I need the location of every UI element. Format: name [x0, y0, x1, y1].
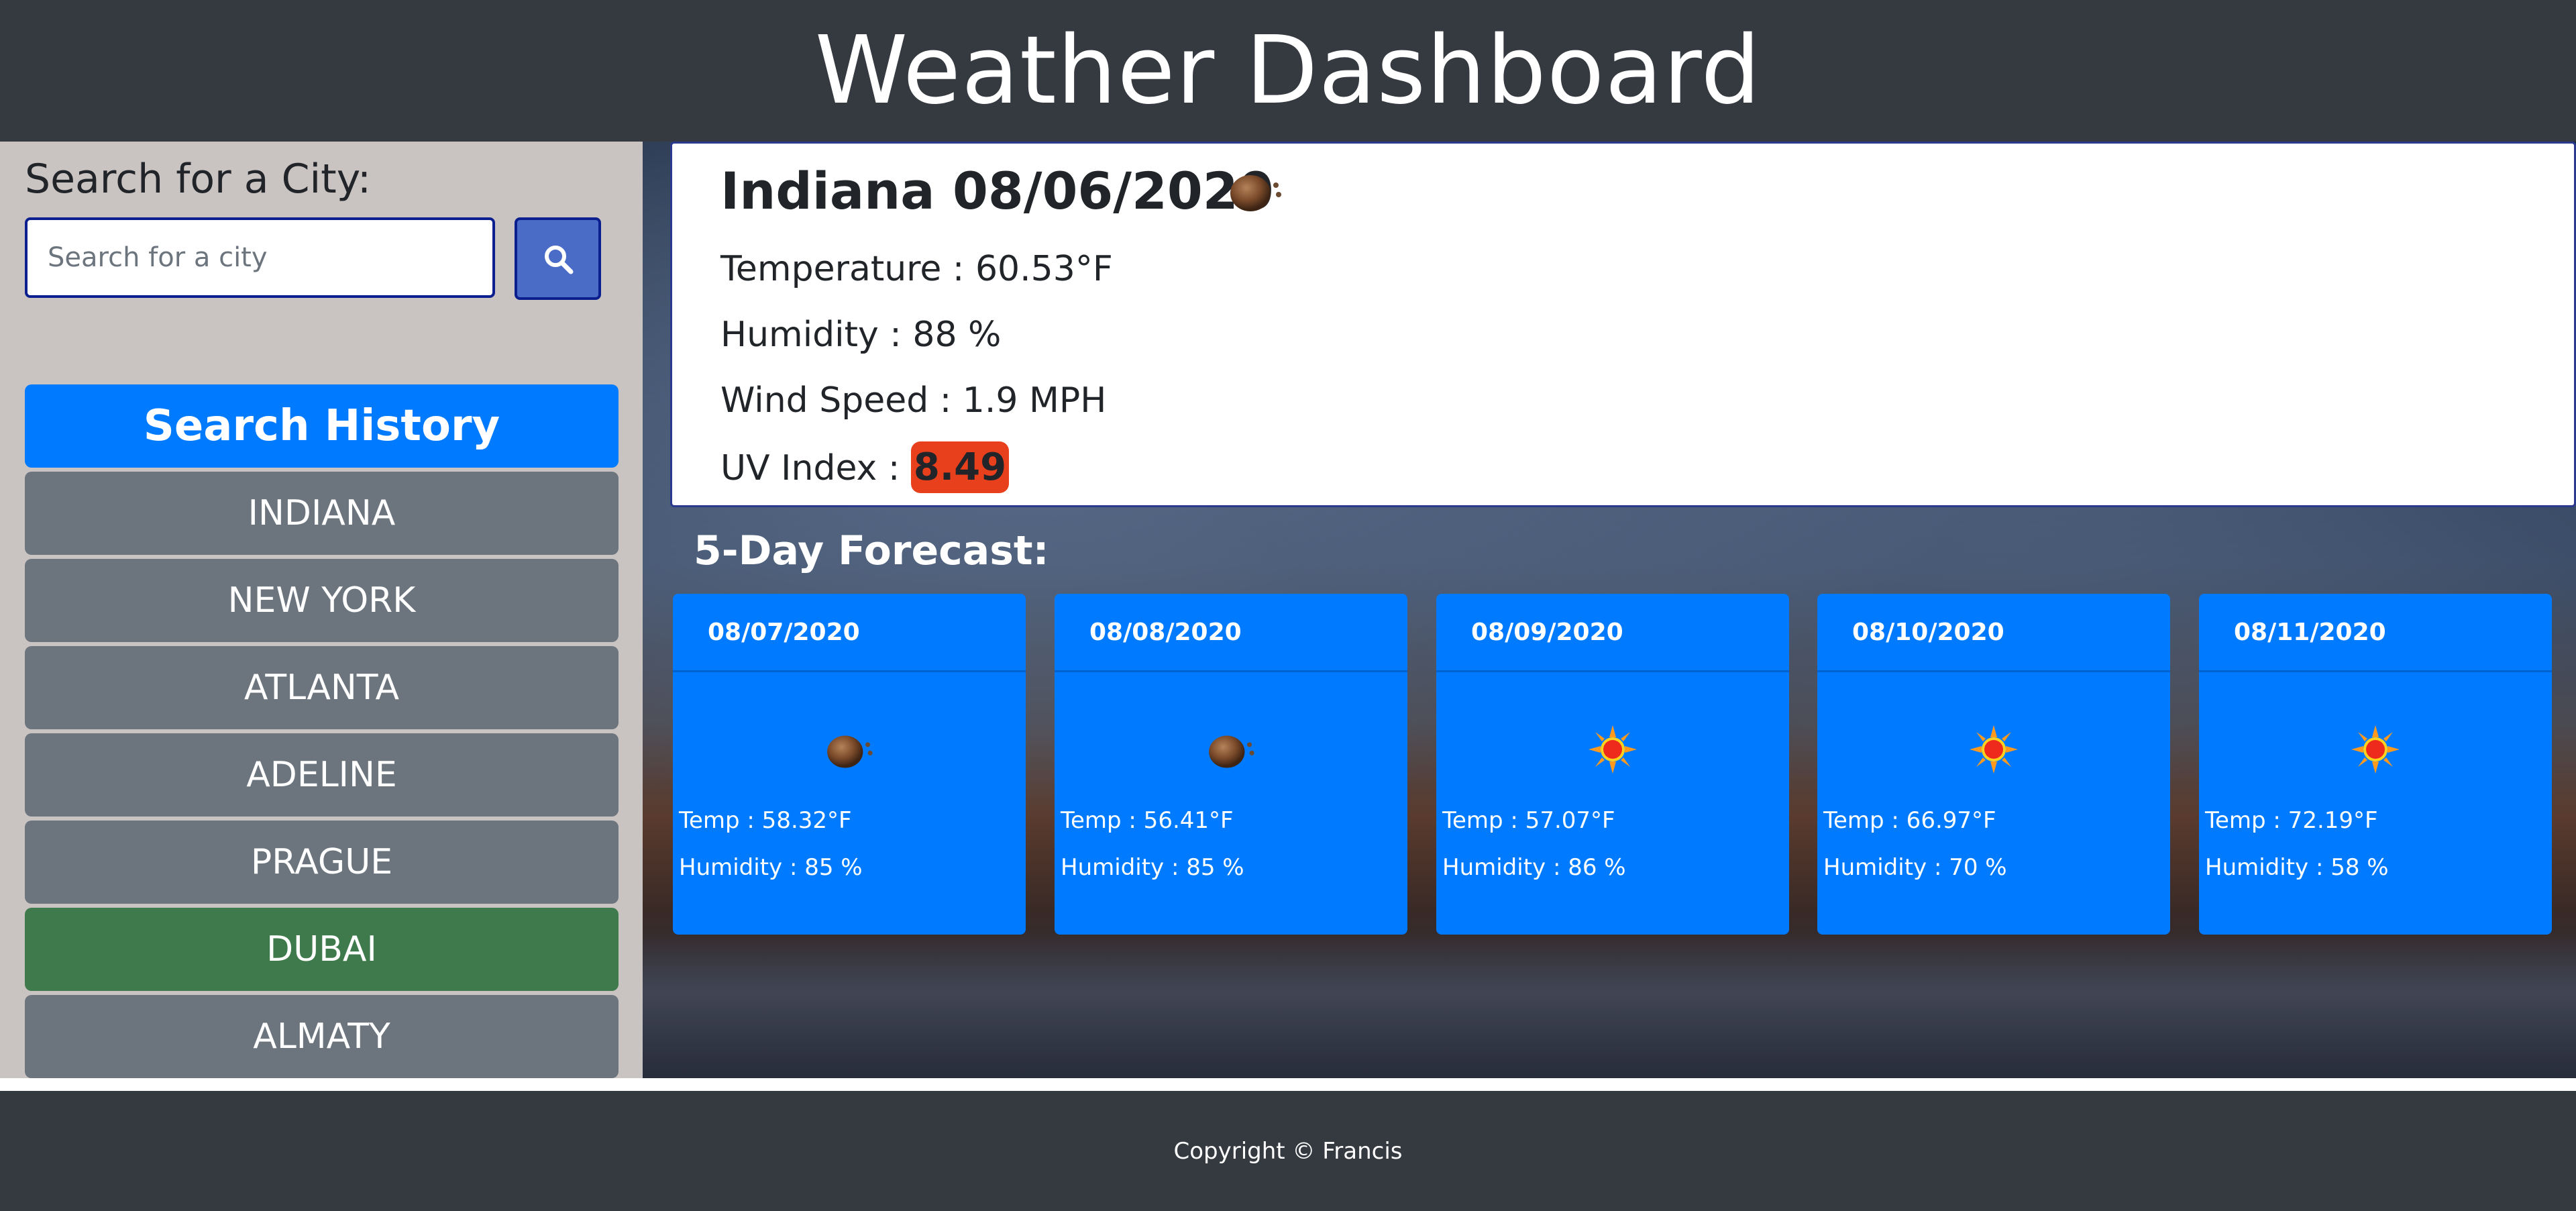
- search-input[interactable]: [25, 217, 495, 298]
- search-history-title: Search History: [143, 401, 500, 451]
- forecast-humidity: Humidity : 58 %: [2205, 854, 2389, 881]
- copyright-text: Copyright © Francis: [1173, 1137, 1403, 1165]
- history-item-label: PRAGUE: [250, 842, 393, 882]
- history-item-label: ATLANTA: [244, 668, 400, 708]
- search-history-list: INDIANA NEW YORK ATLANTA ADELINE PRAGUE …: [25, 472, 619, 1082]
- forecast-card: 08/10/2020 Temp : 66.97°F Humidity : 70 …: [1817, 594, 2170, 935]
- sun-icon: [2351, 725, 2400, 774]
- page-footer: Copyright © Francis: [0, 1091, 2576, 1211]
- history-item-label: INDIANA: [248, 493, 396, 533]
- sun-icon: [1970, 725, 2018, 774]
- forecast-temp: Temp : 72.19°F: [2205, 807, 2378, 834]
- page-title: Weather Dashboard: [814, 16, 1762, 125]
- history-item-prague[interactable]: PRAGUE: [25, 821, 619, 904]
- page-header: Weather Dashboard: [0, 0, 2576, 142]
- history-item-adeline[interactable]: ADELINE: [25, 733, 619, 817]
- forecast-temp: Temp : 58.32°F: [679, 807, 852, 834]
- footer-divider: [0, 1078, 2576, 1091]
- road-background: [643, 933, 2576, 1078]
- current-city-title: Indiana 08/06/2020: [720, 161, 1274, 221]
- history-item-atlanta[interactable]: ATLANTA: [25, 646, 619, 729]
- forecast-humidity: Humidity : 85 %: [1061, 854, 1244, 881]
- search-icon: [544, 245, 573, 274]
- uv-index-line: UV Index : 8.49: [720, 441, 1010, 493]
- rain-cloud-icon: [1230, 175, 1281, 211]
- search-history-header: Search History: [25, 384, 619, 468]
- uv-index-badge: 8.49: [910, 441, 1010, 493]
- search-button[interactable]: [515, 217, 601, 300]
- sun-icon: [1589, 725, 1637, 774]
- forecast-title: 5-Day Forecast:: [694, 527, 1049, 574]
- history-item-label: DUBAI: [266, 929, 377, 969]
- forecast-date: 08/10/2020: [1817, 594, 2170, 672]
- forecast-date: 08/09/2020: [1436, 594, 1789, 672]
- temperature-text: Temperature : 60.53°F: [720, 249, 1113, 289]
- search-label: Search for a City:: [25, 156, 372, 203]
- forecast-temp: Temp : 66.97°F: [1823, 807, 1996, 834]
- history-item-label: ALMATY: [253, 1016, 390, 1057]
- forecast-humidity: Humidity : 70 %: [1823, 854, 2007, 881]
- uv-index-label: UV Index :: [720, 448, 911, 488]
- forecast-date: 08/11/2020: [2199, 594, 2552, 672]
- forecast-date: 08/07/2020: [673, 594, 1026, 672]
- rain-cloud-icon: [827, 735, 873, 768]
- history-item-almaty[interactable]: ALMATY: [25, 995, 619, 1078]
- rain-cloud-icon: [1209, 735, 1254, 768]
- history-item-indiana[interactable]: INDIANA: [25, 472, 619, 555]
- humidity-text: Humidity : 88 %: [720, 315, 1002, 355]
- forecast-card: 08/08/2020 Temp : 56.41°F Humidity : 85 …: [1055, 594, 1407, 935]
- forecast-card: 08/07/2020 Temp : 58.32°F Humidity : 85 …: [673, 594, 1026, 935]
- forecast-humidity: Humidity : 86 %: [1442, 854, 1626, 881]
- wind-speed-text: Wind Speed : 1.9 MPH: [720, 380, 1107, 421]
- forecast-card: 08/09/2020 Temp : 57.07°F Humidity : 86 …: [1436, 594, 1789, 935]
- forecast-date: 08/08/2020: [1055, 594, 1407, 672]
- forecast-card: 08/11/2020 Temp : 72.19°F Humidity : 58 …: [2199, 594, 2552, 935]
- forecast-temp: Temp : 57.07°F: [1442, 807, 1615, 834]
- history-item-label: NEW YORK: [227, 580, 416, 621]
- history-item-label: ADELINE: [246, 755, 397, 795]
- forecast-humidity: Humidity : 85 %: [679, 854, 863, 881]
- history-item-dubai[interactable]: DUBAI: [25, 908, 619, 991]
- forecast-temp: Temp : 56.41°F: [1061, 807, 1234, 834]
- history-item-new-york[interactable]: NEW YORK: [25, 559, 619, 642]
